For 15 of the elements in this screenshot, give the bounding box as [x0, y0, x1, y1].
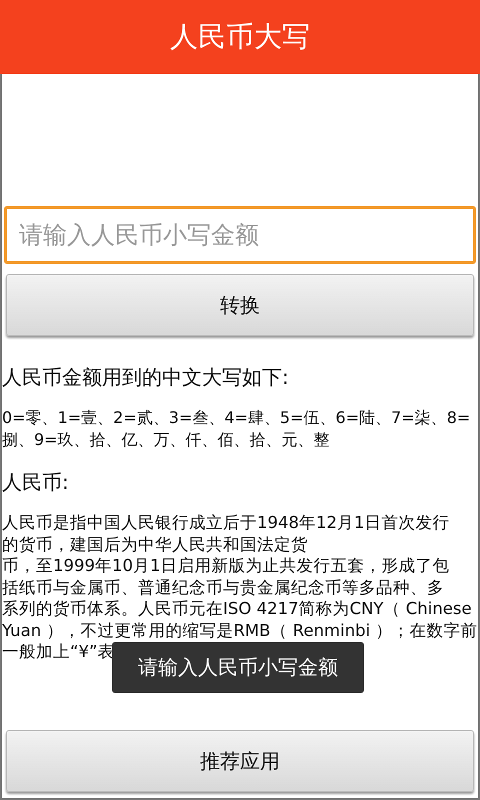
description-line: 括纸币与金属币、普通纪念币与贵金属纪念币等多品种、多: [2, 576, 444, 598]
numerals-text: 0=零、1=壹、2=贰、3=叁、4=肆、5=伍、6=陆、7=柒、8= 捌、9=玖、拾、亿、万、仟、佰、拾、元、整: [2, 407, 472, 451]
app-title: 人民币大写: [170, 19, 310, 55]
convert-button[interactable]: 转换: [6, 274, 474, 336]
description-line: 人民币是指中国人民银行成立后于1948年12月1日首次发行: [2, 512, 450, 534]
recommend-button[interactable]: 推荐应用: [6, 730, 474, 792]
heading: 人民币金额用到的中文大写如下:: [2, 364, 290, 391]
section-title: 人民币:: [2, 469, 70, 496]
description-line: 的货币，建国后为中华人民共和国法定货: [2, 534, 308, 555]
description-line: 一般加上“¥”表: [2, 641, 115, 662]
amount-input-field[interactable]: 请输入人民币小写金额: [4, 206, 476, 264]
toast-message: 请输入人民币小写金额: [112, 642, 364, 693]
description-line: 系列的货币体系。人民币元在ISO 4217简称为CNY（ Chinese: [2, 598, 472, 620]
description-line: 币，至1999年10月1日启用新版为止共发行五套，形成了包: [2, 555, 450, 576]
description-line: Yuan ），不过更常用的缩写是RMB（ Renminbi ）；在数字前: [2, 620, 478, 641]
